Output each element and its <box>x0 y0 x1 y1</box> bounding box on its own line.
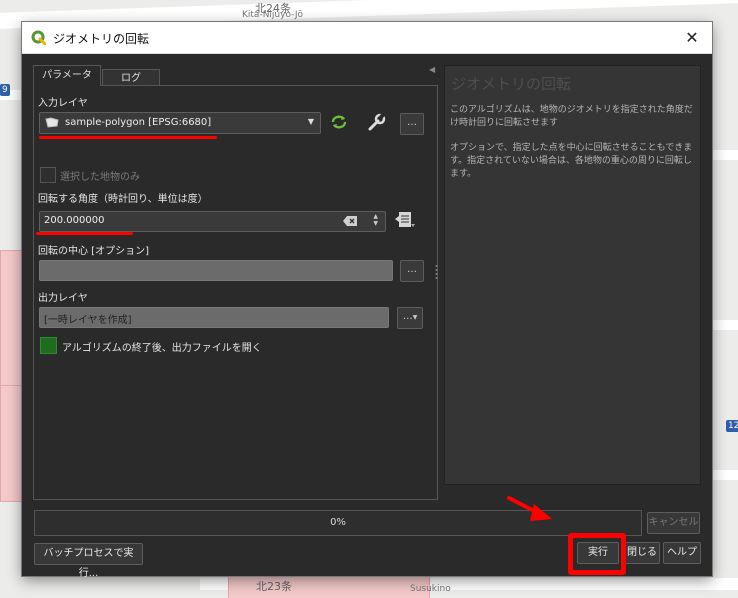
open-output-checkbox[interactable] <box>40 337 57 354</box>
dropdown-arrow-icon: ▼ <box>307 117 314 126</box>
title-bar[interactable]: ジオメトリの回転 ✕ <box>22 22 712 54</box>
map-label: Susukino <box>410 584 451 594</box>
angle-label: 回転する角度（時計回り、単位は度） <box>38 194 208 205</box>
output-browse-label: … <box>402 311 413 322</box>
wrench-settings-icon[interactable] <box>367 112 387 135</box>
input-layer-value: sample-polygon [EPSG:6680] <box>65 117 212 128</box>
output-layer-value: [一時レイヤを作成] <box>44 315 132 326</box>
map-label: 北23条 <box>256 580 292 593</box>
batch-process-button[interactable]: バッチプロセスで実行... <box>34 543 143 579</box>
help-paragraph: オプションで、指定した点を中心に回転させることもできます。指定されていない場合は… <box>450 143 693 179</box>
close-window-button[interactable]: ✕ <box>672 22 712 53</box>
data-defined-override-icon[interactable] <box>394 210 416 233</box>
rotate-geometry-dialog: ジオメトリの回転 ✕ パラメータ ログ ◀ 入力レイヤ sample-polyg… <box>22 22 712 579</box>
anchor-point-input[interactable] <box>39 260 393 281</box>
anchor-point-browse-button[interactable]: … <box>400 260 424 282</box>
anchor-label: 回転の中心 [オプション] <box>38 246 149 257</box>
splitter-handle[interactable] <box>435 264 438 282</box>
input-layer-combo[interactable]: sample-polygon [EPSG:6680] ▼ <box>39 112 321 134</box>
spin-arrows-icon[interactable]: ▲ ▼ <box>373 213 378 227</box>
selected-only-checkbox[interactable] <box>40 167 56 183</box>
help-paragraph: このアルゴリズムは、地物のジオメトリを指定された角度だけ時計回りに回転させます <box>450 105 693 128</box>
map-road <box>712 470 738 480</box>
selected-only-label: 選択した地物のみ <box>60 172 140 183</box>
parameters-panel: 入力レイヤ sample-polygon [EPSG:6680] ▼ … 選択し… <box>33 85 438 500</box>
output-layer-browse-button[interactable]: …▼ <box>397 307 423 329</box>
close-button[interactable]: 閉じる <box>624 542 660 564</box>
map-block <box>0 385 24 502</box>
annotation-highlight-box <box>568 533 626 575</box>
map-label: Kita-Nijuyo-Jō <box>242 10 304 20</box>
collapse-arrow-icon[interactable]: ◀ <box>429 65 435 74</box>
angle-spinbox[interactable]: 200.000000 ▲ ▼ <box>39 211 386 232</box>
cancel-button[interactable]: キャンセル <box>647 512 700 534</box>
output-layer-label: 出力レイヤ <box>38 293 88 304</box>
help-panel: ジオメトリの回転 このアルゴリズムは、地物のジオメトリを指定された角度だけ時計回… <box>444 65 701 485</box>
annotation-underline <box>39 136 217 139</box>
input-layer-browse-button[interactable]: … <box>400 113 424 135</box>
output-layer-input[interactable]: [一時レイヤを作成] <box>39 307 389 328</box>
dropdown-arrow-icon: ▼ <box>412 314 418 321</box>
polygon-layer-icon <box>45 117 59 131</box>
route-badge: 9 <box>0 84 10 96</box>
input-layer-label: 入力レイヤ <box>38 98 88 109</box>
map-road <box>712 150 738 160</box>
route-badge: 12 <box>726 420 738 432</box>
annotation-underline <box>36 232 133 235</box>
open-output-label: アルゴリズムの終了後、出力ファイルを開く <box>62 343 262 354</box>
tab-parameters[interactable]: パラメータ <box>33 65 101 86</box>
clear-value-icon[interactable] <box>343 216 357 229</box>
help-button[interactable]: ヘルプ <box>663 542 701 564</box>
map-road <box>712 320 738 330</box>
annotation-arrow-icon <box>506 494 556 527</box>
help-title: ジオメトリの回転 <box>451 75 572 93</box>
iterate-features-icon[interactable] <box>330 114 348 133</box>
window-title: ジオメトリの回転 <box>53 32 150 46</box>
qgis-logo-icon <box>31 30 47 46</box>
angle-value: 200.000000 <box>44 215 105 226</box>
